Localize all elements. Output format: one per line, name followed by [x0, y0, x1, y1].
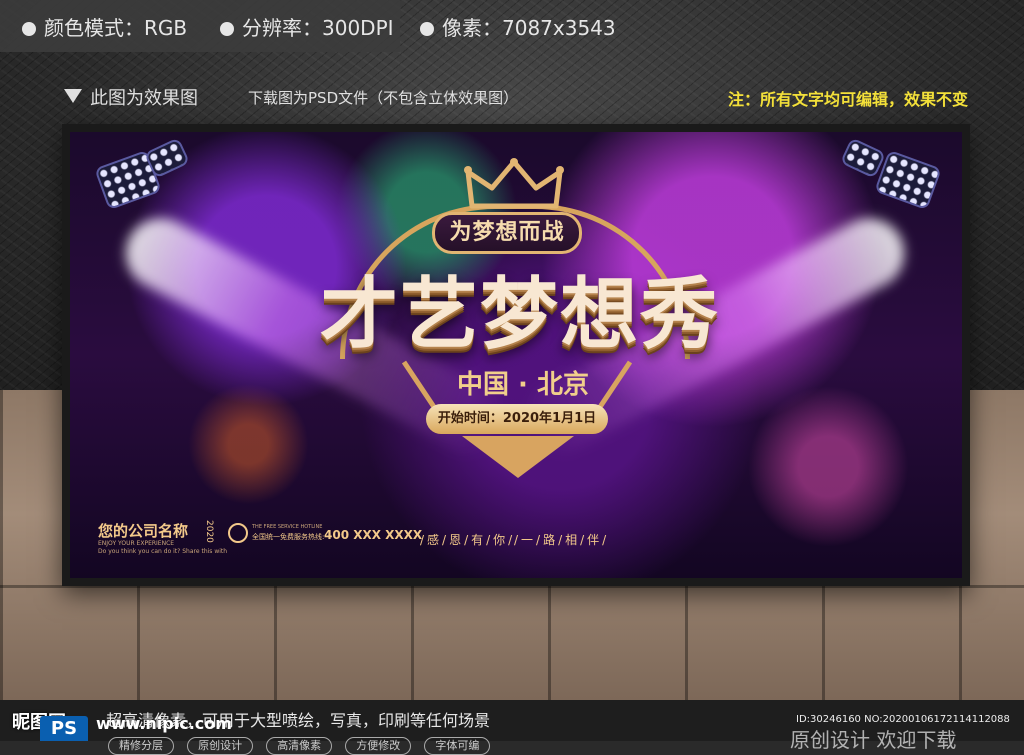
feature-chips: 精修分层 原创设计 高清像素 方便修改 字体可编 — [108, 734, 498, 755]
company-small-text: Do you think you can do it? Share this w… — [98, 548, 228, 555]
slogan-together: /一/路/相/伴/ — [514, 533, 610, 547]
color-mode-info: 颜色模式：RGB — [22, 12, 187, 41]
bullet-icon — [22, 22, 36, 36]
stage-light-icon — [839, 137, 887, 179]
bullet-icon — [220, 22, 234, 36]
pixels-info: 像素：7087x3543 — [420, 12, 616, 41]
edit-note: 注：所有文字均可编辑，效果不变 — [727, 90, 968, 109]
crown-icon — [464, 158, 564, 209]
feature-chip: 方便修改 — [345, 737, 412, 755]
download-caption: 下载图为PSD文件（不包含立体效果图） — [248, 89, 519, 107]
resolution-info: 分辨率：300DPI — [220, 12, 394, 41]
gold-triangle — [462, 436, 574, 478]
watermark-text: 原创设计 欢迎下载 — [790, 728, 957, 752]
company-name: 您的公司名称 — [98, 522, 189, 540]
feature-chip: 字体可编 — [424, 737, 491, 755]
slogan-grateful: /感/恩/有/你/ — [420, 533, 516, 547]
effect-caption: 此图为效果图 — [64, 84, 198, 110]
company-year: 2020 — [204, 520, 214, 543]
hotline-label: 全国统一免费服务热线: — [252, 533, 325, 541]
banner-ribbon: 为梦想而战 — [432, 212, 582, 254]
location-text: 中国 · 北京 — [457, 370, 589, 400]
triangle-down-icon — [64, 89, 82, 103]
feature-chip: 精修分层 — [108, 737, 174, 755]
feature-chip: 高清像素 — [266, 737, 333, 755]
feature-chip: 原创设计 — [187, 737, 254, 755]
stage-light-icon — [874, 149, 942, 211]
start-time-badge: 开始时间：2020年1月1日 — [426, 404, 608, 434]
phone-icon — [228, 523, 248, 543]
photoshop-icon: PS — [40, 716, 88, 741]
bullet-icon — [420, 22, 434, 36]
hotline-caption: THE FREE SERVICE HOTLINE — [252, 524, 323, 530]
poster-title: 才艺梦想秀 — [319, 270, 720, 360]
site-url: www.nipic.com — [96, 714, 232, 733]
poster: 为梦想而战 才艺梦想秀 中国 · 北京 开始时间：2020年1月1日 您的公司名… — [70, 132, 962, 578]
hotline-number: 400 XXX XXXX — [324, 528, 423, 542]
company-tagline: ENJOY YOUR EXPERIENCE — [98, 540, 175, 547]
